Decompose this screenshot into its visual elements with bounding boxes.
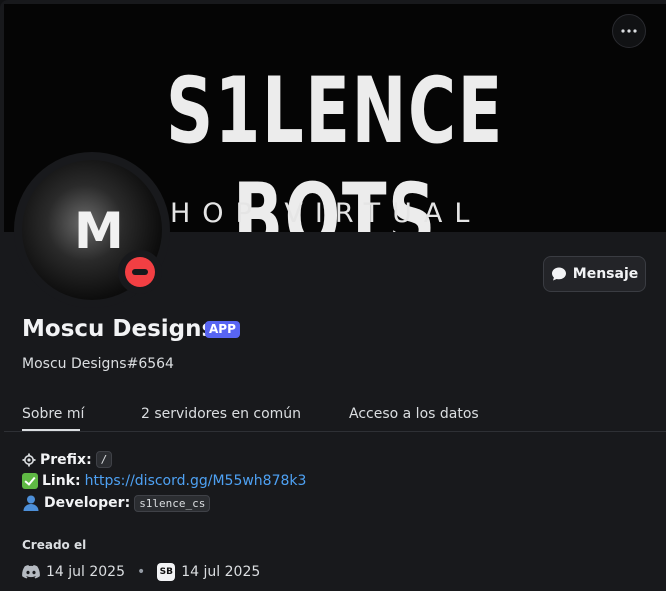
app-badge: APP [205, 321, 240, 338]
created-title: Creado el [22, 538, 87, 552]
discord-icon [22, 565, 40, 579]
developer-value: s1lence_cs [134, 494, 211, 512]
bio-prefix-line: Prefix: / [22, 451, 113, 468]
chat-bubble-icon [551, 267, 566, 281]
dnd-status-icon [125, 257, 155, 287]
developer-label: Developer: [44, 495, 131, 511]
person-icon [23, 495, 39, 511]
tab-about[interactable]: Sobre mí [22, 406, 84, 422]
server-icon[interactable]: SB [157, 563, 176, 581]
bio-developer-line: Developer: s1lence_cs [22, 494, 211, 512]
more-dots-icon [621, 29, 637, 33]
more-options-button[interactable] [612, 14, 646, 48]
message-button-label: Mensaje [572, 266, 639, 282]
prefix-label: Prefix: [40, 451, 92, 468]
display-name: Moscu Designs [22, 316, 216, 342]
server-joined-date: 14 jul 2025 [181, 564, 261, 580]
message-button[interactable]: Mensaje [543, 256, 646, 292]
tab-data-access[interactable]: Acceso a los datos [349, 406, 479, 422]
tab-mutual-servers[interactable]: 2 servidores en común [141, 406, 301, 422]
check-mark-icon [22, 473, 38, 489]
avatar-letter: M [74, 202, 124, 260]
date-separator: • [137, 564, 146, 580]
profile-card: S1LENCE BOTS HOP VIRTUAL M Mensaje Moscu… [0, 0, 666, 591]
discord-created-date: 14 jul 2025 [46, 564, 125, 580]
active-tab-indicator [22, 429, 80, 431]
invite-link[interactable]: https://discord.gg/M55wh878k3 [85, 473, 307, 489]
banner-subtitle: HOP VIRTUAL [170, 198, 482, 229]
bio-link-line: Link: https://discord.gg/M55wh878k3 [22, 473, 306, 489]
prefix-value: / [95, 451, 113, 468]
created-dates: 14 jul 2025 • SB 14 jul 2025 [22, 563, 260, 581]
gear-icon [22, 453, 36, 466]
tabs-divider [4, 431, 666, 432]
username[interactable]: Moscu Designs#6564 [22, 356, 174, 372]
link-label: Link: [42, 473, 81, 489]
